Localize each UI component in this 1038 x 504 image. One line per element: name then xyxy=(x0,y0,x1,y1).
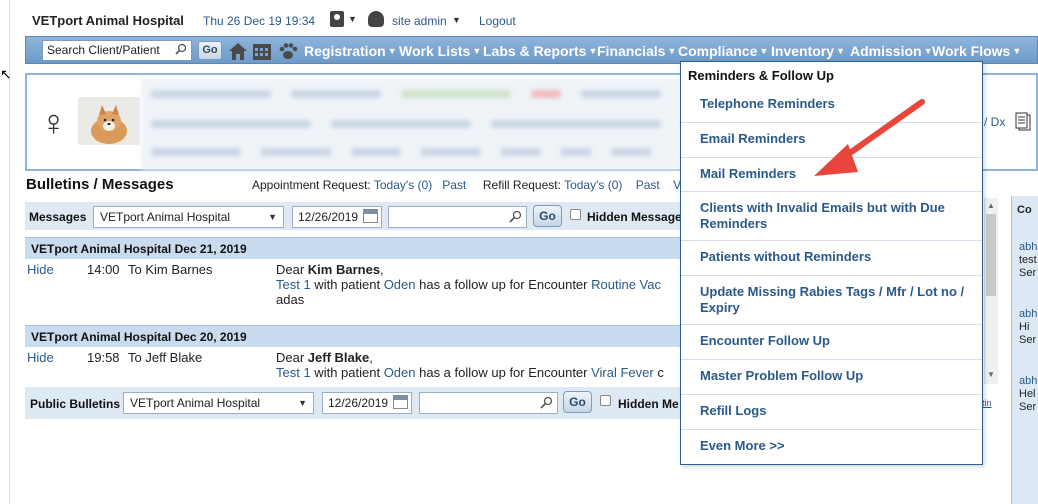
entry-author-link[interactable]: abh xyxy=(1019,308,1037,320)
hide-message-link[interactable]: Hide xyxy=(27,350,54,365)
chevron-down-icon: ▼ xyxy=(298,398,307,408)
message-row: Hide 14:00 To Kim Barnes Dear Kim Barnes… xyxy=(25,262,705,308)
encounter-link[interactable]: Viral Fever xyxy=(591,365,654,380)
patient-link[interactable]: Oden xyxy=(384,365,416,380)
right-panel-header: Co xyxy=(1017,204,1032,216)
paw-icon[interactable] xyxy=(277,40,299,62)
current-datetime: Thu 26 Dec 19 19:34 xyxy=(203,14,316,28)
public-go-button[interactable]: Go xyxy=(563,391,592,413)
public-bulletin-link[interactable]: tin xyxy=(982,398,992,408)
messages-search-input[interactable] xyxy=(388,206,527,228)
search-go-button[interactable]: Go xyxy=(198,41,222,60)
message-body: Dear Jeff Blake, Test 1 with patient Ode… xyxy=(276,350,664,380)
nav-registration[interactable]: Registration ▼ xyxy=(304,43,397,59)
dog-image-icon xyxy=(78,97,140,145)
menu-item-even-more[interactable]: Even More >> xyxy=(681,430,982,464)
search-placeholder: Search Client/Patient xyxy=(47,43,160,57)
test-link[interactable]: Test 1 xyxy=(276,277,311,292)
nav-labs-reports[interactable]: Labs & Reports ▼ xyxy=(483,43,597,59)
nav-financials[interactable]: Financials ▼ xyxy=(597,43,676,59)
messages-date-field[interactable]: 12/26/2019 xyxy=(292,206,382,228)
dx-link[interactable]: / Dx xyxy=(984,115,1005,129)
nav-work-lists[interactable]: Work Lists ▼ xyxy=(399,43,481,59)
messages-toolbar: Messages VETport Animal Hospital ▼ 12/26… xyxy=(25,202,705,230)
right-panel-entry: abh Hel Ser xyxy=(1019,375,1038,413)
encounter-link[interactable]: Routine Vac xyxy=(591,277,661,292)
public-date-field[interactable]: 12/26/2019 xyxy=(322,392,412,414)
calendar-icon[interactable] xyxy=(363,209,378,223)
hidden-public-checkbox[interactable] xyxy=(600,395,611,406)
document-icon[interactable] xyxy=(1014,112,1032,132)
message-time: 14:00 xyxy=(87,262,120,277)
mouse-cursor-icon: ↖ xyxy=(0,66,12,82)
patient-photo[interactable] xyxy=(78,97,140,145)
main-navigation: Search Client/Patient Go Registration ▼ W… xyxy=(25,36,1038,64)
menu-item-refill-logs[interactable]: Refill Logs xyxy=(681,395,982,430)
shield-icon xyxy=(368,11,384,27)
public-hospital-select[interactable]: VETport Animal Hospital ▼ xyxy=(123,392,314,414)
left-edge-strip: ↖ xyxy=(0,0,12,504)
message-recipient: To Jeff Blake xyxy=(128,350,203,365)
appointment-today-link[interactable]: Today's (0) xyxy=(374,178,432,192)
appointment-past-link[interactable]: Past xyxy=(442,178,466,192)
dropdown-section-title: Reminders & Follow Up xyxy=(688,68,834,83)
search-icon[interactable] xyxy=(540,396,553,409)
refill-today-link[interactable]: Today's (0) xyxy=(564,178,622,192)
hide-message-link[interactable]: Hide xyxy=(27,262,54,277)
nav-compliance[interactable]: Compliance ▼ xyxy=(678,43,768,59)
right-panel-entry: abh Hi Ser xyxy=(1019,308,1038,346)
menu-item-invalid-emails[interactable]: Clients with Invalid Emails but with Due… xyxy=(681,192,982,241)
user-icon[interactable] xyxy=(330,11,344,27)
refill-past-link[interactable]: Past xyxy=(636,178,660,192)
hospital-name: VETport Animal Hospital xyxy=(32,13,184,28)
scrollbar-thumb[interactable] xyxy=(986,214,996,296)
test-link[interactable]: Test 1 xyxy=(276,365,311,380)
message-time: 19:58 xyxy=(87,350,120,365)
messages-hospital-select[interactable]: VETport Animal Hospital ▼ xyxy=(93,206,284,228)
entry-author-link[interactable]: abh xyxy=(1019,375,1037,387)
annotation-arrow-icon xyxy=(814,99,925,176)
search-icon[interactable] xyxy=(175,43,187,55)
scroll-down-icon[interactable]: ▼ xyxy=(987,370,995,379)
public-search-input[interactable] xyxy=(419,392,558,414)
request-summary: Appointment Request: Today's (0) Past Re… xyxy=(252,178,682,192)
message-body: Dear Kim Barnes, Test 1 with patient Ode… xyxy=(276,262,661,307)
message-header: VETport Animal Hospital Dec 21, 2019 xyxy=(25,237,705,259)
menu-item-update-rabies-tags[interactable]: Update Missing Rabies Tags / Mfr / Lot n… xyxy=(681,276,982,325)
nav-inventory[interactable]: Inventory ▼ xyxy=(771,43,845,59)
menu-item-patients-without-reminders[interactable]: Patients without Reminders xyxy=(681,241,982,276)
top-bar: VETport Animal Hospital Thu 26 Dec 19 19… xyxy=(10,0,1038,36)
patient-link[interactable]: Oden xyxy=(384,277,416,292)
hidden-messages-checkbox[interactable] xyxy=(570,209,581,220)
search-input[interactable]: Search Client/Patient xyxy=(42,40,192,61)
message-row: Hide 19:58 To Jeff Blake Dear Jeff Blake… xyxy=(25,350,705,384)
messages-go-button[interactable]: Go xyxy=(533,205,562,227)
logout-link[interactable]: Logout xyxy=(479,14,516,28)
search-icon[interactable] xyxy=(509,210,522,223)
public-bulletins-toolbar: Public Bulletins VETport Animal Hospital… xyxy=(25,387,705,419)
calendar-icon[interactable] xyxy=(393,395,408,409)
menu-item-master-problem-follow-up[interactable]: Master Problem Follow Up xyxy=(681,360,982,395)
chevron-down-icon: ▼ xyxy=(268,212,277,222)
redacted-patient-details xyxy=(141,78,681,170)
bulletins-title: Bulletins / Messages xyxy=(26,176,174,193)
message-recipient: To Kim Barnes xyxy=(128,262,213,277)
entry-author-link[interactable]: abh xyxy=(1019,241,1037,253)
nav-work-flows[interactable]: Work Flows ▼ xyxy=(932,43,1021,59)
right-panel-entry: abh test Ser xyxy=(1019,241,1038,279)
home-icon[interactable] xyxy=(227,40,249,62)
message-header: VETport Animal Hospital Dec 20, 2019 xyxy=(25,325,705,347)
female-symbol-icon: ♀ xyxy=(40,102,67,143)
scroll-up-icon[interactable]: ▲ xyxy=(987,201,995,210)
hidden-messages-label: Hidden Messages xyxy=(587,210,689,224)
public-bulletins-label: Public Bulletins xyxy=(30,397,121,411)
hidden-public-label: Hidden Me xyxy=(618,397,679,411)
calendar-icon[interactable] xyxy=(251,40,273,62)
chevron-down-icon[interactable]: ▼ xyxy=(348,14,357,24)
nav-admission[interactable]: Admission ▼ xyxy=(850,43,933,59)
menu-item-encounter-follow-up[interactable]: Encounter Follow Up xyxy=(681,325,982,360)
chevron-down-icon[interactable]: ▼ xyxy=(452,15,461,25)
messages-label: Messages xyxy=(29,210,87,224)
site-admin-menu[interactable]: site admin xyxy=(392,14,447,28)
